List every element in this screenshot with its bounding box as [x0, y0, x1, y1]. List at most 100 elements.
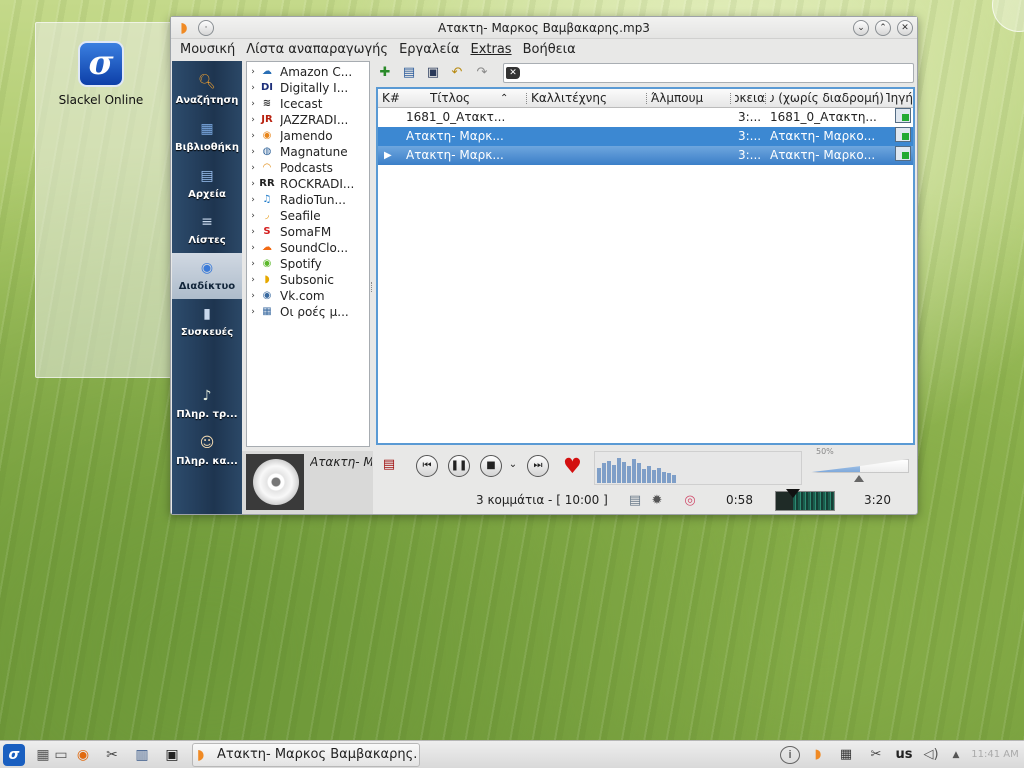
- column-separator[interactable]: [526, 93, 527, 104]
- pager-desktop2-icon[interactable]: ▭: [50, 744, 72, 766]
- spectrum-analyzer[interactable]: [594, 451, 802, 485]
- lastfm-scrobble-icon[interactable]: ◎: [681, 493, 699, 509]
- app-icon[interactable]: ◗: [176, 20, 192, 36]
- column-separator[interactable]: [646, 93, 647, 104]
- playlist-row[interactable]: Ατακτη- Μαρκ... 3:... Ατακτη- Μαρκο...: [378, 127, 913, 146]
- tree-item[interactable]: › ◍ Magnatune: [247, 144, 369, 160]
- playlist-mode-icon[interactable]: ▤: [626, 493, 644, 509]
- expand-chevron-icon[interactable]: ›: [247, 163, 259, 173]
- menu-playlist[interactable]: Λίστα αναπαραγωγής: [241, 39, 393, 61]
- menu-extras[interactable]: Extras: [465, 39, 516, 61]
- tree-item[interactable]: › ◉ Spotify: [247, 256, 369, 272]
- keyboard-layout[interactable]: us: [893, 744, 915, 766]
- maximize-button[interactable]: ⌃: [875, 20, 891, 36]
- pause-button[interactable]: ❚❚: [448, 455, 470, 477]
- expand-chevron-icon[interactable]: ›: [247, 147, 259, 157]
- album-cover[interactable]: [246, 454, 304, 510]
- info-tray-icon[interactable]: i: [780, 746, 800, 764]
- window-titlebar[interactable]: ◗ · Ατακτη- Μαρκος Βαμβακαρης.mp3 ⌄ ⌃ ✕: [171, 17, 917, 39]
- stop-after-icon[interactable]: ▤: [380, 457, 398, 473]
- player-tray-icon[interactable]: ◗: [806, 744, 830, 766]
- undo-icon[interactable]: ↶: [448, 65, 466, 81]
- tab-search[interactable]: 🔍︎ Αναζήτηση: [172, 67, 242, 113]
- expand-chevron-icon[interactable]: ›: [247, 195, 259, 205]
- playlist-filter-input[interactable]: ✕: [503, 63, 914, 83]
- tab-devices[interactable]: ▮ Συσκευές: [172, 299, 242, 345]
- tree-item[interactable]: › S SomaFM: [247, 224, 369, 240]
- playlist-view[interactable]: Κ# Τίτλος ⌃ Καλλιτέχνης Άλμπουμ Διάρκεια Όνομα…: [376, 87, 915, 445]
- tree-item[interactable]: › ◞ Seafile: [247, 208, 369, 224]
- tab-files[interactable]: ▤ Αρχεία: [172, 161, 242, 207]
- repeat-shuffle-icon[interactable]: ✹: [648, 493, 666, 509]
- settings-tools-icon[interactable]: ✂: [101, 744, 123, 766]
- tab-playlists[interactable]: ≡ Λίστες: [172, 207, 242, 253]
- desktop-toolbox-button[interactable]: [992, 0, 1024, 32]
- expand-chevron-icon[interactable]: ›: [247, 131, 259, 141]
- expand-chevron-icon[interactable]: ›: [247, 243, 259, 253]
- column-separator[interactable]: [730, 93, 731, 104]
- column-header[interactable]: Καλλιτέχνης: [531, 89, 621, 108]
- expand-chevron-icon[interactable]: ›: [247, 227, 259, 237]
- menu-music[interactable]: Μουσική: [175, 39, 240, 61]
- menu-help[interactable]: Βοήθεια: [518, 39, 581, 61]
- menu-tools[interactable]: Εργαλεία: [394, 39, 464, 61]
- terminal-icon[interactable]: ▣: [161, 744, 183, 766]
- column-header[interactable]: Πηγή: [886, 89, 913, 108]
- firefox-icon[interactable]: ◉: [72, 744, 94, 766]
- seek-handle[interactable]: [785, 489, 800, 498]
- volume-handle[interactable]: [854, 475, 864, 482]
- minimize-button[interactable]: ⌄: [853, 20, 869, 36]
- tree-item[interactable]: › ◉ Jamendo: [247, 128, 369, 144]
- stop-button[interactable]: ■: [480, 455, 502, 477]
- redo-icon[interactable]: ↷: [473, 65, 491, 81]
- column-separator[interactable]: [765, 93, 766, 104]
- playlist-row[interactable]: 1681_0_Ατακτ... 3:... 1681_0_Ατακτη...: [378, 108, 913, 127]
- column-header[interactable]: Κ#: [382, 89, 404, 108]
- clipboard-tray-icon[interactable]: ✂: [865, 744, 887, 766]
- tree-item[interactable]: › ▦ Οι ροές μ...: [247, 304, 369, 320]
- tree-item[interactable]: › RR ROCKRADI...: [247, 176, 369, 192]
- stop-dropdown-icon[interactable]: ⌄: [504, 457, 522, 473]
- taskbar-task-player[interactable]: ◗ Ατακτη- Μαρκος Βαμβακαρης.: [192, 743, 420, 767]
- close-button[interactable]: ✕: [897, 20, 913, 36]
- expand-chevron-icon[interactable]: ›: [247, 259, 259, 269]
- tree-item[interactable]: › ♫ RadioTun...: [247, 192, 369, 208]
- tree-item[interactable]: › ☁ Amazon C...: [247, 64, 369, 80]
- love-heart-icon[interactable]: ♥: [563, 455, 582, 477]
- new-playlist-icon[interactable]: ✚: [376, 65, 394, 81]
- expand-chevron-icon[interactable]: ›: [247, 275, 259, 285]
- column-header[interactable]: Όνομα αρχείου (χωρίς διαδρομή): [770, 89, 884, 108]
- expand-chevron-icon[interactable]: ›: [247, 115, 259, 125]
- tree-item[interactable]: › ◠ Podcasts: [247, 160, 369, 176]
- expand-chevron-icon[interactable]: ›: [247, 99, 259, 109]
- expand-chevron-icon[interactable]: ›: [247, 67, 259, 77]
- volume-slider[interactable]: [811, 459, 909, 475]
- tree-item[interactable]: › JR JAZZRADI...: [247, 112, 369, 128]
- tree-item[interactable]: › DI Digitally I...: [247, 80, 369, 96]
- tab-artist-info[interactable]: ☺ Πληρ. κα...: [172, 428, 242, 474]
- clear-filter-icon[interactable]: ✕: [506, 67, 520, 79]
- column-header[interactable]: Άλμπουμ: [651, 89, 721, 108]
- expand-chevron-icon[interactable]: ›: [247, 211, 259, 221]
- splitter-handle[interactable]: [371, 282, 374, 292]
- desktop-icon-slackel-online[interactable]: σ Slackel Online: [46, 41, 156, 107]
- previous-track-button[interactable]: ⏮: [416, 455, 438, 477]
- tree-item[interactable]: › ☁ SoundClo...: [247, 240, 369, 256]
- network-tray-icon[interactable]: ▦: [834, 744, 858, 766]
- playlist-row[interactable]: ▶ Ατακτη- Μαρκ... 3:... Ατακτη- Μαρκο...: [378, 146, 913, 165]
- tab-internet[interactable]: ◉ Διαδίκτυο: [172, 253, 242, 299]
- expand-chevron-icon[interactable]: ›: [247, 291, 259, 301]
- application-launcher-icon[interactable]: σ: [3, 744, 25, 766]
- expand-chevron-icon[interactable]: ›: [247, 307, 259, 317]
- volume-tray-icon[interactable]: ◁): [919, 744, 943, 766]
- column-header[interactable]: Διάρκεια: [735, 89, 765, 108]
- file-manager-icon[interactable]: ▥: [131, 744, 153, 766]
- tab-song-info[interactable]: ♪ Πληρ. τρ...: [172, 381, 242, 427]
- next-track-button[interactable]: ⏭: [527, 455, 549, 477]
- tray-expand-icon[interactable]: ▲: [950, 744, 962, 766]
- expand-chevron-icon[interactable]: ›: [247, 83, 259, 93]
- tree-item[interactable]: › ◗ Subsonic: [247, 272, 369, 288]
- expand-chevron-icon[interactable]: ›: [247, 179, 259, 189]
- seek-bar[interactable]: [775, 491, 835, 511]
- clock[interactable]: 11:41 AM: [966, 744, 1024, 766]
